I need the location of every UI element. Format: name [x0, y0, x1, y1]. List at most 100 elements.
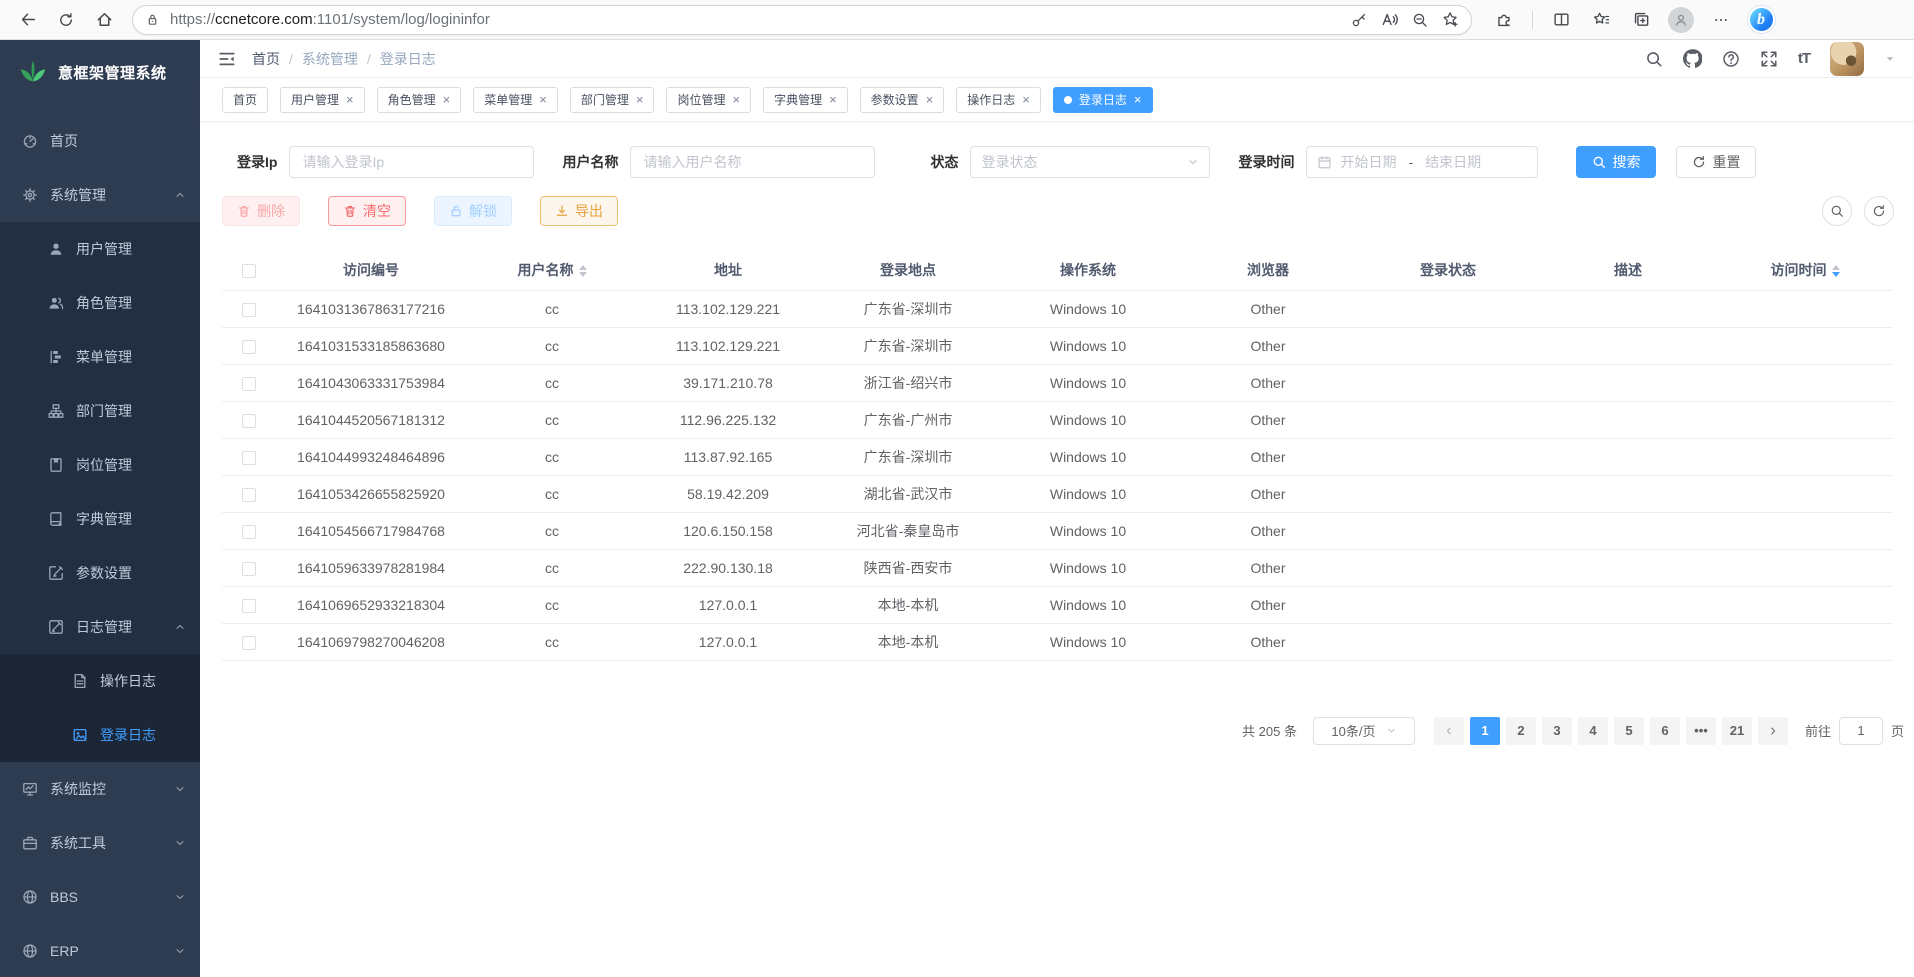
export-button[interactable]: 导出 [540, 196, 618, 226]
close-icon[interactable]: × [1134, 93, 1142, 106]
sidebar-item-13[interactable]: 系统工具 [0, 816, 200, 870]
menu-fold-icon[interactable] [218, 50, 236, 68]
zoom-out-icon[interactable] [1412, 12, 1428, 28]
page-button-2[interactable]: 2 [1506, 717, 1536, 745]
sidebar-item-5[interactable]: 部门管理 [0, 384, 200, 438]
sidebar-item-9[interactable]: 日志管理 [0, 600, 200, 654]
chevron-down-icon[interactable] [1884, 53, 1896, 65]
browser-home-button[interactable] [88, 4, 120, 36]
close-icon[interactable]: × [636, 93, 644, 106]
favorites-bar-button[interactable] [1585, 4, 1617, 36]
row-checkbox[interactable] [242, 377, 256, 391]
close-icon[interactable]: × [1022, 93, 1030, 106]
sidebar-item-3[interactable]: 角色管理 [0, 276, 200, 330]
row-checkbox[interactable] [242, 636, 256, 650]
fullscreen-icon[interactable] [1760, 50, 1778, 68]
tab-7[interactable]: 参数设置 × [860, 87, 945, 113]
breadcrumb-item-0[interactable]: 首页 [252, 49, 280, 69]
sidebar-item-2[interactable]: 用户管理 [0, 222, 200, 276]
page-button-5[interactable]: 5 [1614, 717, 1644, 745]
close-icon[interactable]: × [829, 93, 837, 106]
extensions-button[interactable] [1488, 4, 1520, 36]
select-all-checkbox[interactable] [242, 264, 256, 278]
goto-page-input[interactable] [1839, 717, 1883, 745]
page-size-select[interactable]: 10条/页 [1313, 717, 1415, 745]
tab-9[interactable]: 登录日志 × [1053, 87, 1153, 113]
password-key-icon[interactable] [1351, 12, 1367, 28]
column-header-1[interactable]: 用户名称 [466, 250, 638, 290]
sidebar-item-7[interactable]: 字典管理 [0, 492, 200, 546]
sidebar-item-8[interactable]: 参数设置 [0, 546, 200, 600]
row-checkbox[interactable] [242, 525, 256, 539]
bing-chat-button[interactable]: b [1745, 4, 1777, 36]
row-checkbox[interactable] [242, 303, 256, 317]
next-page-button[interactable] [1758, 717, 1788, 745]
tab-2[interactable]: 角色管理 × [377, 87, 462, 113]
tab-6[interactable]: 字典管理 × [763, 87, 848, 113]
browser-back-button[interactable] [12, 4, 44, 36]
page-button-1[interactable]: 1 [1470, 717, 1500, 745]
address-bar[interactable]: https://ccnetcore.com:1101/system/log/lo… [132, 5, 1472, 35]
search-button[interactable]: 搜索 [1576, 146, 1656, 178]
sidebar-item-6[interactable]: 岗位管理 [0, 438, 200, 492]
row-checkbox[interactable] [242, 414, 256, 428]
tab-0[interactable]: 首页 [222, 87, 268, 113]
prev-page-button[interactable] [1434, 717, 1464, 745]
row-checkbox[interactable] [242, 599, 256, 613]
github-icon[interactable] [1683, 49, 1702, 68]
tab-5[interactable]: 岗位管理 × [666, 87, 751, 113]
close-icon[interactable]: × [926, 93, 934, 106]
sidebar-item-14[interactable]: BBS [0, 870, 200, 924]
row-checkbox[interactable] [242, 488, 256, 502]
browser-menu-button[interactable] [1705, 4, 1737, 36]
refresh-table-button[interactable] [1864, 196, 1894, 226]
page-button-•••[interactable]: ••• [1686, 717, 1716, 745]
column-header-8[interactable]: 访问时间 [1718, 250, 1892, 290]
row-checkbox[interactable] [242, 451, 256, 465]
page-button-3[interactable]: 3 [1542, 717, 1572, 745]
row-checkbox[interactable] [242, 562, 256, 576]
sidebar-item-10[interactable]: 操作日志 [0, 654, 200, 708]
clear-button[interactable]: 清空 [328, 196, 406, 226]
status-select[interactable]: 登录状态 [970, 146, 1210, 178]
read-aloud-icon[interactable] [1381, 11, 1398, 28]
page-button-4[interactable]: 4 [1578, 717, 1608, 745]
user-name-input[interactable] [630, 146, 875, 178]
tab-4[interactable]: 部门管理 × [570, 87, 655, 113]
help-icon[interactable] [1722, 50, 1740, 68]
search-icon[interactable] [1645, 50, 1663, 68]
user-avatar[interactable] [1830, 42, 1864, 76]
page-button-6[interactable]: 6 [1650, 717, 1680, 745]
text-size-icon[interactable]: tT [1798, 50, 1810, 67]
sidebar-item-11[interactable]: 登录日志 [0, 708, 200, 762]
browser-profile-button[interactable] [1665, 4, 1697, 36]
row-checkbox[interactable] [242, 340, 256, 354]
reset-button[interactable]: 重置 [1676, 146, 1756, 178]
cell-5-8 [1718, 475, 1892, 512]
date-range-input[interactable]: 开始日期 - 结束日期 [1306, 146, 1538, 178]
sidebar-item-0[interactable]: 首页 [0, 114, 200, 168]
login-ip-input[interactable] [289, 146, 534, 178]
split-screen-button[interactable] [1545, 4, 1577, 36]
unlock-button[interactable]: 解锁 [434, 196, 512, 226]
collections-button[interactable] [1625, 4, 1657, 36]
browser-refresh-button[interactable] [50, 4, 82, 36]
tab-3[interactable]: 菜单管理 × [473, 87, 558, 113]
breadcrumb-item-1[interactable]: 系统管理 [302, 49, 358, 69]
sidebar-item-15[interactable]: ERP [0, 924, 200, 977]
close-icon[interactable]: × [732, 93, 740, 106]
tab-8[interactable]: 操作日志 × [956, 87, 1041, 113]
sidebar-item-1[interactable]: 系统管理 [0, 168, 200, 222]
close-icon[interactable]: × [443, 93, 451, 106]
delete-button[interactable]: 删除 [222, 196, 300, 226]
favorite-star-add-icon[interactable] [1442, 11, 1459, 28]
sidebar-item-12[interactable]: 系统监控 [0, 762, 200, 816]
close-icon[interactable]: × [539, 93, 547, 106]
sidebar-item-4[interactable]: 菜单管理 [0, 330, 200, 384]
breadcrumb-item-2[interactable]: 登录日志 [380, 49, 436, 69]
table-row-6: 1641054566717984768cc120.6.150.158河北省-秦皇… [222, 512, 1892, 549]
page-button-21[interactable]: 21 [1722, 717, 1752, 745]
close-icon[interactable]: × [346, 93, 354, 106]
toggle-search-button[interactable] [1822, 196, 1852, 226]
tab-1[interactable]: 用户管理 × [280, 87, 365, 113]
